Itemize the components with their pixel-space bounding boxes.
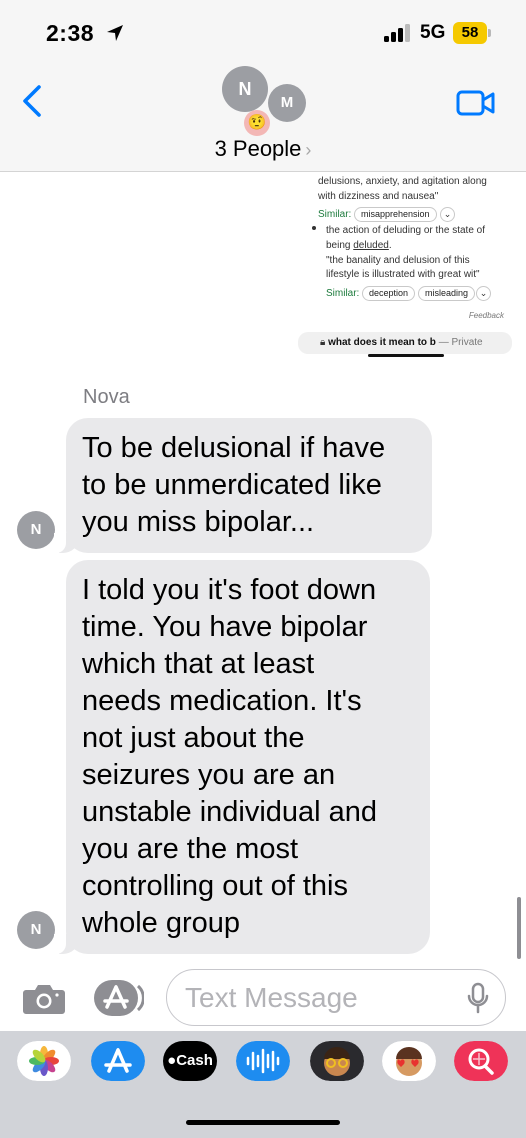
apple-cash-icon[interactable]: ●Cash [163, 1041, 217, 1081]
snippet-text: being deluded. [326, 240, 392, 251]
cellular-signal-icon [384, 24, 410, 42]
lock-search-icon: 🔒︎ [320, 337, 326, 348]
facetime-video-icon[interactable] [456, 90, 496, 116]
chevron-down-icon: ⌄ [440, 207, 455, 222]
similar-label: Similar: [318, 209, 352, 220]
group-title-text: 3 People [214, 136, 302, 161]
sender-avatar[interactable]: N [17, 511, 55, 549]
audio-message-icon[interactable] [236, 1041, 290, 1081]
apple-logo-icon: ● [167, 1052, 177, 1069]
status-time: 2:38 [46, 20, 95, 46]
url-bar: 🔒︎ what does it mean to b — Private [298, 332, 512, 354]
message-line: unstable individual and [82, 796, 378, 828]
message-line: you miss bipolar... [82, 506, 315, 538]
status-bar: 2:38 5G 58 [0, 0, 526, 62]
search-images-icon[interactable] [454, 1041, 508, 1081]
conversation-header: N M 🤨 3 People › [0, 62, 526, 172]
url-query: what does it mean to b [328, 337, 436, 348]
sender-name: Nova [83, 386, 130, 408]
app-store-drawer-icon[interactable] [92, 978, 144, 1018]
home-indicator [186, 1120, 340, 1125]
message-composer[interactable] [166, 969, 506, 1026]
similar-chip: deception [362, 286, 416, 301]
home-indicator [368, 354, 444, 357]
feedback-link: Feedback [468, 311, 504, 320]
avatar-n: N [222, 66, 268, 112]
message-line: you are the most [82, 833, 298, 865]
location-arrow-icon [107, 25, 123, 41]
network-type: 5G [420, 22, 446, 43]
private-label: — Private [438, 337, 483, 348]
message-bubble[interactable]: I told you it's foot down time. You have… [54, 560, 430, 954]
snippet-text: lifestyle is illustrated with great wit" [326, 269, 480, 280]
snippet-text: "the banality and delusion of this [326, 255, 470, 266]
message-line: controlling out of this [82, 870, 348, 902]
snippet-text: with dizziness and nausea" [318, 191, 439, 202]
message-line: time. You have bipolar [82, 611, 368, 643]
message-line: seizures you are an [82, 759, 336, 791]
snippet-text-part: . [388, 240, 392, 251]
battery-icon: 58 [453, 22, 487, 44]
message-line: not just about the [82, 722, 305, 754]
message-bubble[interactable]: To be delusional if have to be unmerdica… [54, 418, 432, 553]
memoji-sticker-icon[interactable] [382, 1041, 436, 1081]
message-line: to be unmerdicated like [82, 469, 382, 501]
memoji-icon[interactable] [310, 1041, 364, 1081]
chevron-down-icon: ⌄ [476, 286, 491, 301]
similar-label: Similar: [326, 288, 360, 299]
message-line: needs medication. It's [82, 685, 362, 717]
snippet-link: deluded [353, 240, 389, 251]
photos-icon[interactable] [17, 1041, 71, 1081]
chevron-right-icon: › [305, 140, 312, 160]
snippet-text-part: being [326, 240, 354, 251]
message-input[interactable] [185, 980, 445, 1016]
cash-label: Cash [176, 1052, 213, 1069]
camera-icon[interactable] [22, 980, 66, 1016]
app-store-icon[interactable] [91, 1041, 145, 1081]
group-title[interactable]: 3 People › [0, 136, 526, 162]
similar-chip: misapprehension [354, 207, 437, 222]
message-line: whole group [82, 907, 240, 939]
microphone-icon[interactable] [467, 982, 489, 1014]
message-line: I told you it's foot down [82, 574, 377, 606]
bullet-dot [312, 226, 316, 230]
back-chevron-icon[interactable] [20, 84, 44, 118]
snippet-text: the action of deluding or the state of [326, 225, 485, 236]
avatar-emoji: 🤨 [244, 110, 270, 136]
similar-chip: misleading [418, 286, 476, 301]
battery-tip [488, 29, 491, 37]
shared-screenshot-image[interactable]: delusions, anxiety, and agitation along … [298, 172, 512, 362]
battery-level: 58 [461, 24, 479, 41]
message-line: To be delusional if have [82, 432, 386, 464]
snippet-text: delusions, anxiety, and agitation along [318, 176, 487, 187]
scrollbar[interactable] [517, 897, 521, 959]
avatar-m: M [268, 84, 306, 122]
sender-avatar[interactable]: N [17, 911, 55, 949]
message-line: which that at least [82, 648, 315, 680]
